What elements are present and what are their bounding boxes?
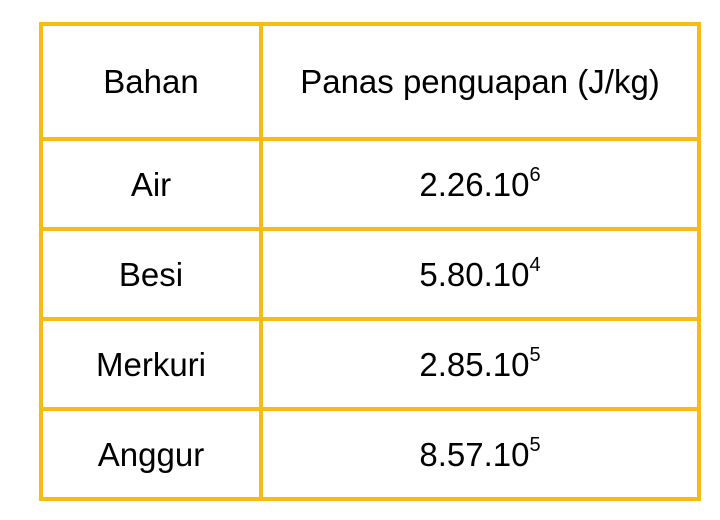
value-exponent: 6: [529, 163, 541, 186]
value-exponent: 4: [529, 253, 541, 276]
material-cell: Merkuri: [39, 317, 263, 411]
value-cell: 2.85.105: [259, 317, 701, 411]
value-mantissa: 5.80.10: [419, 255, 530, 293]
header-row: Bahan Panas penguapan (J/kg): [39, 22, 701, 141]
table-row: Air 2.26.106: [39, 137, 701, 231]
value-cell: 5.80.104: [259, 227, 701, 321]
header-heat-of-vaporization: Panas penguapan (J/kg): [259, 22, 701, 141]
value-mantissa: 2.26.10: [419, 165, 530, 203]
header-material: Bahan: [39, 22, 263, 141]
value-cell: 8.57.105: [259, 407, 701, 501]
table-row: Besi 5.80.104: [39, 227, 701, 321]
table-row: Anggur 8.57.105: [39, 407, 701, 501]
latent-heat-table: Bahan Panas penguapan (J/kg) Air 2.26.10…: [39, 22, 701, 501]
table-row: Merkuri 2.85.105: [39, 317, 701, 411]
value-exponent: 5: [529, 343, 541, 366]
material-cell: Anggur: [39, 407, 263, 501]
value-mantissa: 8.57.10: [419, 435, 530, 473]
value-mantissa: 2.85.10: [419, 345, 530, 383]
material-cell: Air: [39, 137, 263, 231]
value-exponent: 5: [529, 433, 541, 456]
value-cell: 2.26.106: [259, 137, 701, 231]
material-cell: Besi: [39, 227, 263, 321]
